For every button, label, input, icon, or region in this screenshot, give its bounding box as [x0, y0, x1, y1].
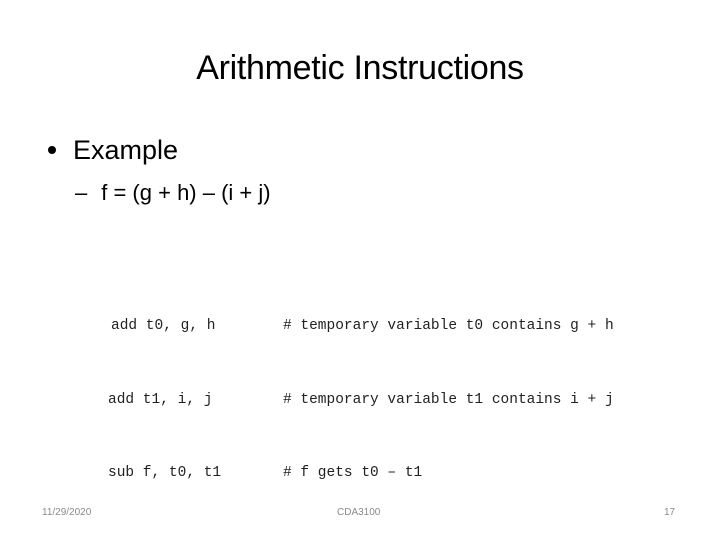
sub-bullet-item: – f = (g + h) – (i + j)	[75, 178, 271, 208]
bullet-item: Example	[46, 133, 178, 167]
dash-icon: –	[75, 180, 88, 205]
footer-course: CDA3100	[337, 507, 381, 518]
code-line: add t1, i, j # temporary variable t1 con…	[108, 388, 614, 413]
code-block: add t0, g, h # temporary variable t0 con…	[108, 265, 614, 535]
code-line: add t0, g, h # temporary variable t0 con…	[108, 314, 614, 339]
code-instruction: sub f, t0, t1	[108, 465, 222, 481]
code-instruction: add t0, g, h	[111, 318, 216, 334]
sub-bullet-text: f = (g + h) – (i + j)	[101, 180, 271, 205]
code-instruction: add t1, i, j	[108, 391, 213, 408]
bullet-text: Example	[73, 135, 179, 165]
slide-title: Arithmetic Instructions	[196, 49, 524, 87]
code-line: sub f, t0, t1 # f gets t0 – t1	[108, 461, 614, 486]
code-comment: # temporary variable t0 contains g + h	[283, 318, 614, 334]
code-comment: # temporary variable t1 contains i + j	[283, 391, 614, 408]
slide: Arithmetic Instructions Example – f = (g…	[0, 0, 720, 540]
footer-date: 11/29/2020	[42, 507, 92, 518]
code-comment: # f gets t0 – t1	[283, 465, 423, 481]
footer-page-number: 17	[664, 507, 676, 518]
bullet-dot-icon	[48, 146, 56, 154]
